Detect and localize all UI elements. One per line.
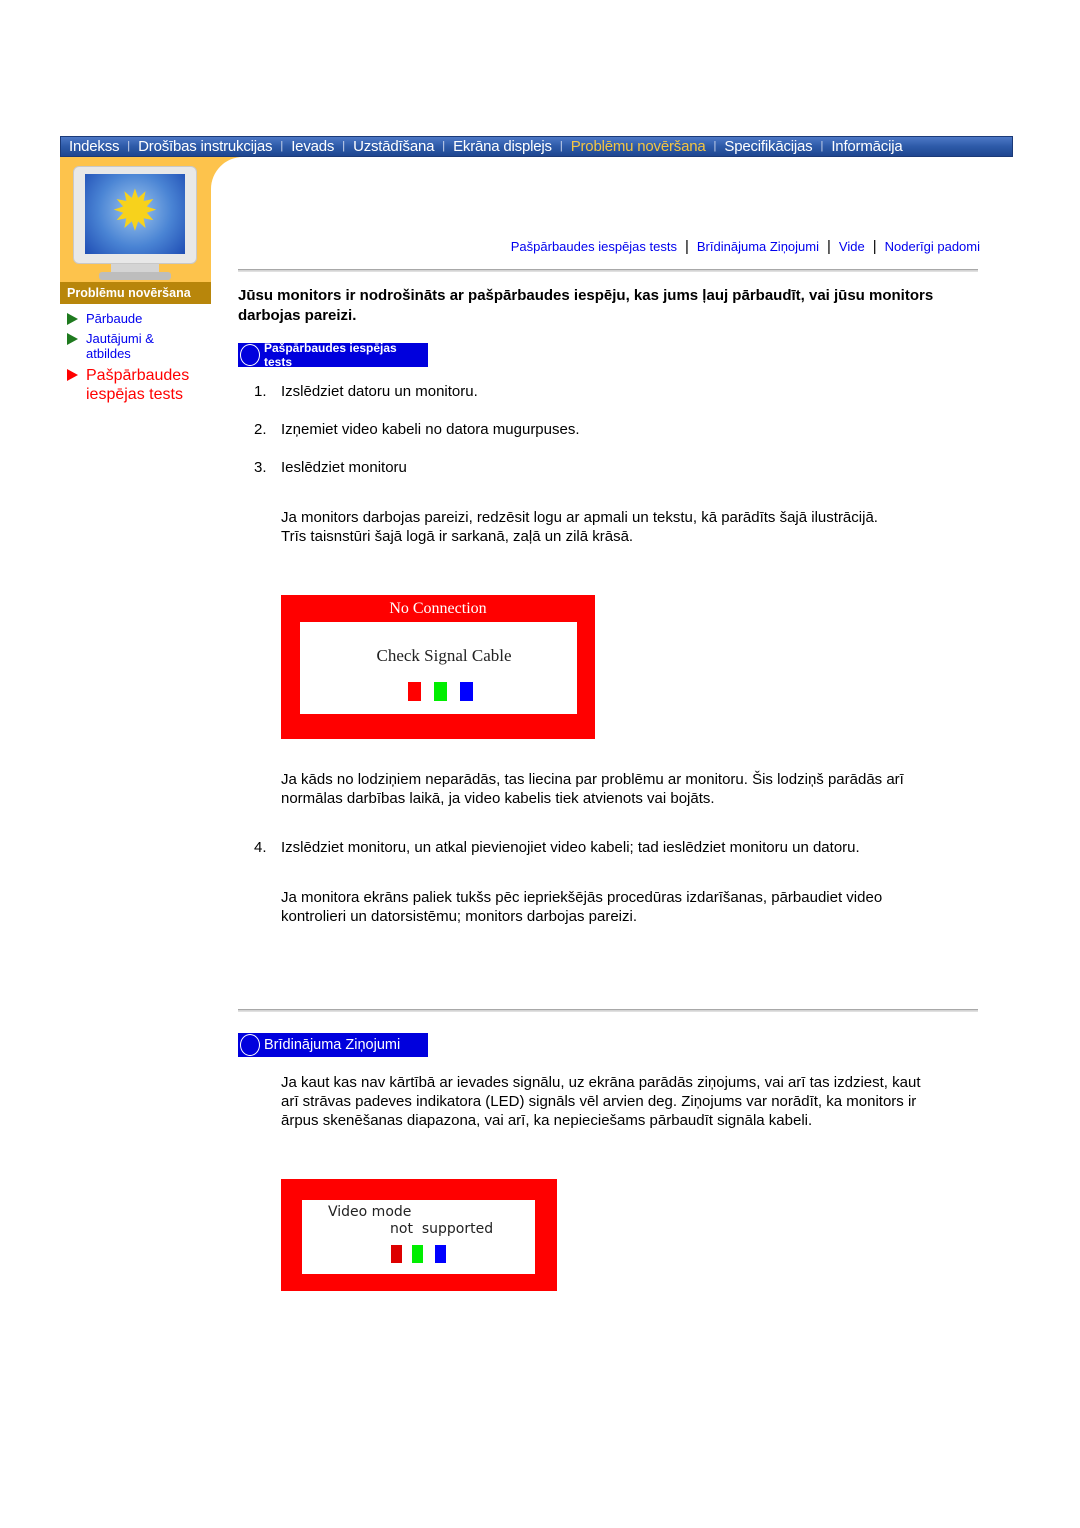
divider	[238, 1009, 978, 1012]
nav-item-uzstadisana[interactable]: Uzstādīšana	[345, 137, 442, 156]
sidebar-item-label[interactable]: Jautājumi & atbildes	[86, 331, 166, 361]
sidebar-item-parbaude[interactable]: Pārbaude	[67, 311, 217, 326]
circle-bullet-icon	[240, 344, 260, 366]
step-text: Izslēdziet datoru un monitoru.	[281, 383, 478, 400]
nav-item-ievads[interactable]: Ievads	[283, 137, 342, 156]
step-text: Ieslēdziet monitoru	[281, 459, 407, 476]
divider	[238, 269, 978, 272]
section-heading-text: Pašpārbaudes iespējas tests	[263, 341, 397, 369]
paragraph-line: Trīs taisnstūri šajā logā ir sarkanā, za…	[281, 528, 634, 545]
green-square	[434, 682, 447, 701]
top-nav-bar: Indekss | Drošības instrukcijas | Ievads…	[60, 136, 1013, 157]
red-square	[391, 1245, 402, 1263]
nav-item-ekrana-displejs[interactable]: Ekrāna displejs	[445, 137, 560, 156]
circle-bullet-icon	[240, 1034, 260, 1056]
sidebar-item-label[interactable]: Pārbaude	[86, 311, 142, 326]
paragraph-blank-screen: Ja monitora ekrāns paliek tukšs pēc iepr…	[281, 889, 883, 925]
monitor-sunflower-icon: ✹	[73, 166, 197, 281]
blue-square	[435, 1245, 446, 1263]
step-text: Izslēdziet monitoru, un atkal pievienoji…	[281, 839, 860, 856]
link-separator: |	[684, 238, 689, 255]
green-square	[412, 1245, 423, 1263]
intro-text: Jūsu monitors ir nodrošināts ar pašpārba…	[238, 287, 934, 324]
section-heading-bridinajuma: Brīdinājuma Ziņojumi	[238, 1033, 428, 1057]
sidebar-menu: Pārbaude Jautājumi & atbildes Pašpārbaud…	[67, 311, 217, 409]
sidebar-item-pasparbaudes-tests[interactable]: Pašpārbaudes iespējas tests	[67, 366, 217, 404]
paragraph-box-missing: Ja kāds no lodziņiem neparādās, tas liec…	[281, 771, 904, 807]
osd-message: Check Signal Cable	[376, 646, 512, 665]
list-item: 2. Izņemiet video kabeli no datora mugur…	[254, 421, 580, 439]
sidebar-section-label: Problēmu novēršana	[60, 282, 211, 304]
osd-title: No Connection	[389, 600, 487, 617]
video-mode-illustration: Video mode not supported	[281, 1179, 557, 1291]
step-text: Izņemiet video kabeli no datora mugurpus…	[281, 421, 580, 438]
link-separator: |	[827, 238, 831, 255]
sidebar-item-label[interactable]: Pašpārbaudes iespējas tests	[86, 366, 201, 404]
link-pasparbaudes-tests[interactable]: Pašpārbaudes iespējas tests	[511, 239, 677, 254]
paragraph-line: Ja monitors darbojas pareizi, redzēsit l…	[281, 509, 878, 526]
osd-inner-box: Check Signal Cable	[300, 622, 577, 714]
link-vide[interactable]: Vide	[839, 239, 865, 254]
step-number: 3.	[254, 459, 267, 476]
nav-item-indekss[interactable]: Indekss	[61, 137, 127, 156]
steps-list-continued: 4. Izslēdziet monitoru, un atkal pievien…	[254, 839, 860, 877]
arrow-right-icon	[67, 313, 78, 325]
osd-message-line2: not supported	[390, 1221, 494, 1237]
link-bridinajuma-zinojumi[interactable]: Brīdinājuma Ziņojumi	[697, 239, 819, 254]
paragraph-warning-messages: Ja kaut kas nav kārtībā ar ievades signā…	[281, 1074, 921, 1129]
list-item: 1. Izslēdziet datoru un monitoru.	[254, 383, 580, 401]
step-number: 4.	[254, 839, 267, 856]
sidebar-curve-decoration	[211, 157, 243, 304]
list-item: 4. Izslēdziet monitoru, un atkal pievien…	[254, 839, 860, 857]
arrow-right-icon	[67, 333, 78, 345]
blue-square	[460, 682, 473, 701]
red-square	[408, 682, 421, 701]
step-number: 1.	[254, 383, 267, 400]
paragraph-illustration-intro: Ja monitors darbojas pareizi, redzēsit l…	[281, 508, 881, 546]
sunflower-icon: ✹	[111, 178, 159, 242]
section-heading-pasparbaudes: Pašpārbaudes iespējas tests	[238, 341, 428, 369]
steps-list: 1. Izslēdziet datoru un monitoru. 2. Izņ…	[254, 383, 580, 497]
sidebar-item-jautajumi-atbildes[interactable]: Jautājumi & atbildes	[67, 331, 217, 361]
link-noderigi-padomi[interactable]: Noderīgi padomi	[885, 239, 980, 254]
section-heading-text: Brīdinājuma Ziņojumi	[264, 1037, 401, 1053]
section-links: Pašpārbaudes iespējas tests | Brīdinājuma …	[511, 238, 980, 255]
osd-message-line1: Video mode	[328, 1204, 412, 1220]
osd-inner-box: Video mode not supported	[302, 1200, 535, 1274]
arrow-right-icon	[67, 369, 78, 381]
monitor-base	[99, 272, 171, 280]
nav-item-drosibas-instrukcijas[interactable]: Drošības instrukcijas	[130, 137, 280, 156]
nav-item-problemu-noversana[interactable]: Problēmu novēršana	[563, 137, 714, 156]
link-separator: |	[872, 238, 877, 255]
monitor-screen: ✹	[85, 174, 185, 254]
nav-item-specifikacijas[interactable]: Specifikācijas	[716, 137, 820, 156]
list-item: 3. Ieslēdziet monitoru	[254, 459, 580, 477]
nav-item-informacija[interactable]: Informācija	[823, 137, 910, 156]
step-number: 2.	[254, 421, 267, 438]
no-connection-illustration: No Connection Check Signal Cable	[281, 595, 595, 739]
